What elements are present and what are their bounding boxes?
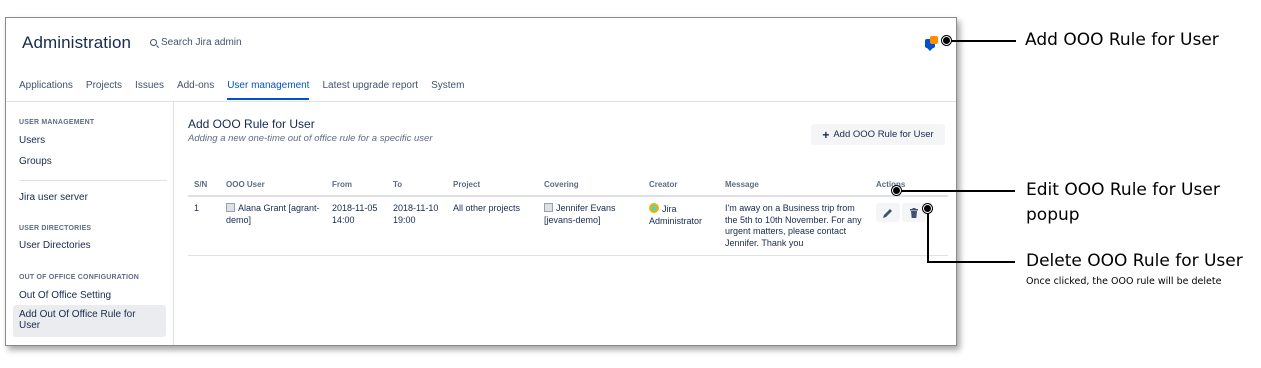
col-actions: Actions [870, 170, 948, 197]
tab-user-management[interactable]: User management [227, 80, 310, 100]
cell-creator: Jira Administrator [643, 196, 719, 256]
tab-issues[interactable]: Issues [135, 80, 164, 100]
sidebar-item-jira-user-server[interactable]: Jira user server [19, 192, 88, 203]
callout-edit-title: Edit OOO Rule for User popup [1026, 180, 1220, 225]
col-sn: S/N [188, 170, 220, 197]
tab-system[interactable]: System [431, 80, 464, 100]
tab-projects[interactable]: Projects [86, 80, 122, 100]
tab-applications[interactable]: Applications [19, 80, 73, 100]
sidebar-item-add-ooo-rule[interactable]: Add Out Of Office Rule for User [13, 305, 166, 337]
callout-dot-edit [892, 186, 901, 195]
sidebar-heading-user-directories: USER DIRECTORIES [19, 225, 92, 232]
section-subtitle: Adding a new one-time out of office rule… [188, 133, 433, 144]
col-to: To [387, 170, 447, 197]
sidebar: USER MANAGEMENT Users Groups Jira user s… [6, 102, 174, 345]
sidebar-item-label: Add Out Of Office Rule for User [19, 309, 136, 331]
callout-dot-add [942, 36, 951, 45]
tab-latest-upgrade-report[interactable]: Latest upgrade report [322, 80, 418, 100]
table-row: 1 Alana Grant [agrant-demo] 2018-11-05 1… [188, 196, 948, 256]
header: Administration Search Jira admin [6, 18, 956, 74]
page-title: Administration [22, 33, 132, 52]
ooo-user-name: Alana Grant [agrant-demo] [226, 203, 320, 225]
tab-add-ons[interactable]: Add-ons [177, 80, 214, 100]
sidebar-item-user-directories[interactable]: User Directories [19, 240, 91, 251]
callout-line-edit [897, 190, 1015, 192]
covering-user-name: Jennifer Evans [jevans-demo] [544, 203, 616, 225]
cell-actions [870, 196, 948, 256]
cell-to: 2018-11-10 19:00 [387, 196, 447, 256]
callout-add-title: Add OOO Rule for User [1025, 30, 1219, 50]
admin-tabs: Applications Projects Issues Add-ons Use… [6, 80, 956, 102]
callout-delete-desc: Once clicked, the OOO rule will be delet… [1026, 276, 1222, 287]
ooo-rules-table: S/N OOO User From To Project Covering Cr… [188, 170, 948, 256]
avatar [649, 203, 659, 213]
callout-line-add [946, 40, 1016, 42]
col-message: Message [719, 170, 870, 197]
add-ooo-rule-button[interactable]: + Add OOO Rule for User [811, 124, 945, 145]
callout-delete-title: Delete OOO Rule for User [1026, 251, 1243, 271]
col-from: From [326, 170, 387, 197]
col-covering: Covering [538, 170, 643, 197]
edit-rule-button[interactable] [876, 203, 900, 222]
sidebar-divider [19, 180, 167, 181]
section-title: Add OOO Rule for User [188, 117, 315, 131]
cell-from: 2018-11-05 14:00 [326, 196, 387, 256]
search-icon [150, 39, 157, 46]
main-content: Add OOO Rule for User Adding a new one-t… [188, 102, 956, 345]
cell-message: I'm away on a Business trip from the 5th… [719, 196, 870, 256]
sidebar-heading-user-management: USER MANAGEMENT [19, 119, 95, 126]
col-creator: Creator [643, 170, 719, 197]
cell-ooo-user: Alana Grant [agrant-demo] [220, 196, 326, 256]
cell-covering: Jennifer Evans [jevans-demo] [538, 196, 643, 256]
search-bar[interactable]: Search Jira admin [150, 37, 242, 48]
callout-dot-delete [923, 204, 932, 213]
trash-icon [910, 208, 918, 218]
callout-line-delete-horizontal [927, 261, 1015, 263]
sidebar-item-users[interactable]: Users [19, 135, 45, 146]
sidebar-item-out-of-office-setting[interactable]: Out Of Office Setting [19, 290, 111, 301]
cell-sn: 1 [188, 196, 220, 256]
search-input[interactable]: Search Jira admin [161, 37, 242, 48]
cell-project: All other projects [447, 196, 538, 256]
add-ooo-rule-label: Add OOO Rule for User [833, 129, 934, 140]
col-project: Project [447, 170, 538, 197]
pencil-icon [883, 209, 892, 218]
plus-icon: + [822, 127, 830, 142]
sidebar-item-groups[interactable]: Groups [19, 156, 52, 167]
notification-icon[interactable] [925, 36, 939, 51]
avatar [226, 203, 235, 212]
jira-admin-window: Administration Search Jira admin Applica… [5, 17, 957, 346]
sidebar-heading-out-of-office: OUT OF OFFICE CONFIGURATION [19, 274, 139, 281]
callout-line-delete-vertical [927, 209, 929, 263]
avatar [544, 203, 553, 212]
table-header-row: S/N OOO User From To Project Covering Cr… [188, 170, 948, 197]
col-ooo-user: OOO User [220, 170, 326, 197]
